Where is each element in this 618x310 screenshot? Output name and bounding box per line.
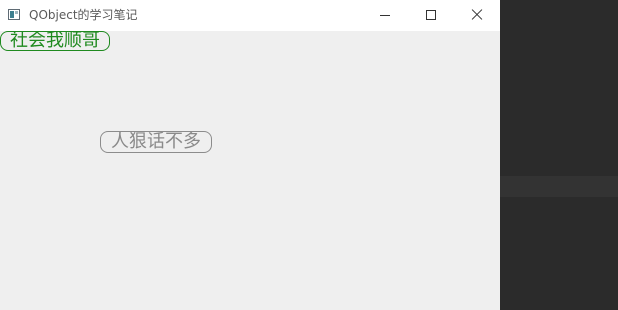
window-client-area: 社会我顺哥 人狠话不多 [0,31,500,310]
close-button[interactable] [454,0,500,31]
desktop: QObject的学习笔记 社会我顺哥 人狠话不多 [0,0,618,310]
minimize-button[interactable] [362,0,408,31]
green-label: 社会我顺哥 [0,31,110,51]
gray-label: 人狠话不多 [100,131,212,153]
app-window-icon [8,9,20,20]
minimize-icon [380,15,390,16]
maximize-icon [426,10,436,20]
app-window: QObject的学习笔记 社会我顺哥 人狠话不多 [0,0,500,310]
window-title: QObject的学习笔记 [29,8,138,22]
background-strip [500,176,618,197]
title-bar[interactable]: QObject的学习笔记 [0,0,500,31]
maximize-button[interactable] [408,0,454,31]
close-icon [471,9,483,21]
